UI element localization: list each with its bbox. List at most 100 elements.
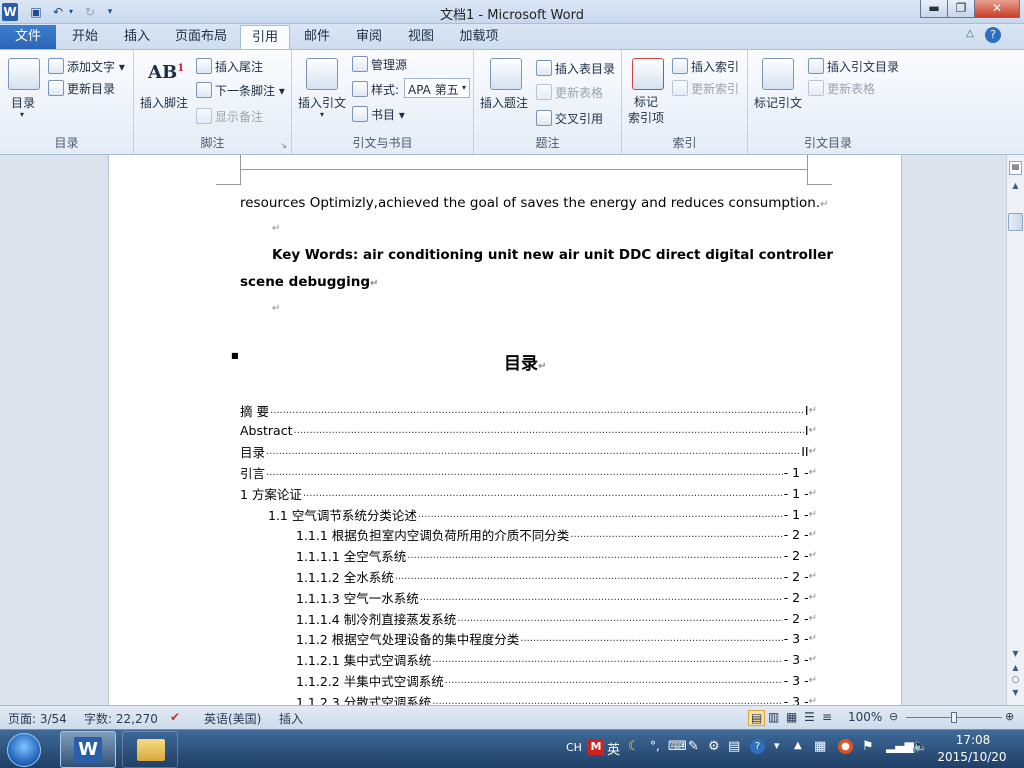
tab-review[interactable]: 审阅 <box>344 25 394 50</box>
toc-button[interactable]: 目录 <box>11 94 35 111</box>
update-toc-button[interactable]: 更新目录 <box>48 80 115 97</box>
flag-tray-icon[interactable]: ⚑ <box>862 739 874 754</box>
update-table-button[interactable]: 更新表格 <box>536 84 603 101</box>
mark-entry-button[interactable]: 标记 索引项 <box>628 94 664 126</box>
toc-entry[interactable]: 1.1.2.2 半集中式空调系统........................… <box>296 671 817 689</box>
ime-skin-icon[interactable]: ✎ <box>688 739 699 754</box>
minimize-ribbon-icon[interactable]: △ <box>966 28 974 39</box>
start-button[interactable] <box>7 733 41 767</box>
add-text-icon <box>48 58 64 74</box>
input-language[interactable]: CH <box>566 741 582 754</box>
toc-entry[interactable]: 1.1.1.2 全水系统............................… <box>296 567 817 585</box>
toc-entry[interactable]: 1.1.1.3 空气一水系统..........................… <box>296 588 817 606</box>
toc-entry[interactable]: 1.1 空气调节系统分类论述..........................… <box>268 505 817 523</box>
page-count[interactable]: 页面: 3/54 <box>8 710 67 727</box>
insert-table-of-figures-button[interactable]: 插入表目录 <box>536 60 615 77</box>
show-notes-button[interactable]: 显示备注 <box>196 108 263 125</box>
toc-entry[interactable]: 目录......................................… <box>240 443 817 461</box>
add-text-button[interactable]: 添加文字 ▾ <box>48 58 125 75</box>
moon-icon[interactable]: ☾ <box>628 739 640 754</box>
full-screen-reading-icon[interactable]: ▥ <box>768 710 779 724</box>
toc-entry[interactable]: 1 方案论证..................................… <box>240 484 817 502</box>
cross-reference-button[interactable]: 交叉引用 <box>536 110 603 127</box>
next-page-icon[interactable]: ▼ <box>1009 688 1022 700</box>
outline-view-icon[interactable]: ☰ <box>804 710 815 724</box>
tab-page-layout[interactable]: 页面布局 <box>166 25 236 50</box>
update-index-button[interactable]: 更新索引 <box>672 80 739 97</box>
draft-view-icon[interactable]: ≡ <box>822 710 832 724</box>
toc-entry[interactable]: 1.1.1.4 制冷剂直接蒸发系统.......................… <box>296 609 817 627</box>
word-count[interactable]: 字数: 22,270 <box>84 710 158 727</box>
tab-references[interactable]: 引用 <box>240 25 290 50</box>
scroll-up-icon[interactable]: ▲ <box>1009 181 1022 193</box>
tab-file[interactable]: 文件 <box>0 25 56 50</box>
insert-endnote-button[interactable]: 插入尾注 <box>196 58 263 75</box>
toc-entry[interactable]: 1.1.2.3 分散式空调系统.........................… <box>296 692 817 705</box>
zoom-level[interactable]: 100% <box>848 710 882 724</box>
help-icon[interactable]: ? <box>985 27 1001 43</box>
insert-citation-dropdown-icon[interactable]: ▾ <box>320 110 324 119</box>
show-hidden-icons-icon[interactable]: ▲ <box>794 740 802 751</box>
ime-tool-icon[interactable]: ⚙ <box>708 739 720 754</box>
signal-tray-icon[interactable]: ▂▄▆ <box>886 739 914 753</box>
taskbar-word-button[interactable]: W <box>60 731 116 768</box>
toc-entry[interactable]: 1.1.1.1 全空气系统...........................… <box>296 547 817 565</box>
network-tray-icon[interactable]: ▦ <box>814 739 826 754</box>
clock-date[interactable]: 2015/10/20 <box>936 750 1008 764</box>
minimize-button[interactable]: ▬ <box>920 0 948 18</box>
proofing-icon[interactable]: ✔ <box>170 710 180 724</box>
toc-entry[interactable]: 1.1.2.1 集中式空调系统.........................… <box>296 651 817 669</box>
ime-dropdown-icon[interactable]: ▾ <box>774 739 780 752</box>
next-footnote-button[interactable]: 下一条脚注 ▾ <box>196 82 285 99</box>
document-page[interactable]: resources Optimizly,achieved the goal of… <box>108 155 902 705</box>
toc-entry[interactable]: 摘 要.....................................… <box>240 401 817 419</box>
insert-toa-button[interactable]: 插入引文目录 <box>808 58 899 75</box>
ime-mode[interactable]: 英 <box>607 739 620 758</box>
punctuation-icon[interactable]: °, <box>650 739 660 753</box>
ruler-toggle-icon[interactable]: ▤ <box>1009 161 1022 175</box>
insert-footnote-button[interactable]: 插入脚注 <box>140 94 188 111</box>
insert-caption-button[interactable]: 插入题注 <box>480 94 528 111</box>
insert-index-button[interactable]: 插入索引 <box>672 58 739 75</box>
manage-sources-button[interactable]: 管理源 <box>352 56 407 73</box>
tab-home[interactable]: 开始 <box>60 25 110 50</box>
toc-dropdown-icon[interactable]: ▾ <box>20 110 24 119</box>
toc-entry[interactable]: 1.1.2 根据空气处理设备的集中程度分类...................… <box>296 630 817 648</box>
ime-menu-icon[interactable]: ▤ <box>728 739 740 754</box>
zoom-slider-thumb[interactable] <box>951 712 957 723</box>
tab-addins[interactable]: 加载项 <box>448 25 510 50</box>
scroll-down-icon[interactable]: ▼ <box>1009 649 1022 661</box>
bibliography-button[interactable]: 书目 ▾ <box>352 106 405 123</box>
tab-view[interactable]: 视图 <box>396 25 446 50</box>
toc-entry[interactable]: Abstract................................… <box>240 422 817 440</box>
keyboard-icon[interactable]: ⌨ <box>668 739 687 754</box>
volume-icon[interactable]: 🔈 <box>912 739 928 754</box>
clock-time[interactable]: 17:08 <box>940 733 1006 747</box>
mark-citation-button[interactable]: 标记引文 <box>754 94 802 111</box>
footnote-dialog-launcher-icon[interactable]: ↘ <box>280 141 287 150</box>
tab-mailings[interactable]: 邮件 <box>292 25 342 50</box>
toc-entry[interactable]: 1.1.1 根据负担室内空调负荷所用的介质不同分类...............… <box>296 526 817 544</box>
ime-help-icon[interactable]: ? <box>750 739 765 754</box>
insert-citation-button[interactable]: 插入引文 <box>298 94 346 111</box>
zoom-in-icon[interactable]: ⊕ <box>1005 710 1014 723</box>
web-layout-icon[interactable]: ▦ <box>786 710 797 724</box>
tab-insert[interactable]: 插入 <box>112 25 162 50</box>
browse-object-icon[interactable]: ○ <box>1009 675 1022 687</box>
security-tray-icon[interactable]: ● <box>838 739 853 754</box>
print-layout-icon[interactable]: ▤ <box>748 710 766 726</box>
style-select[interactable]: APA 第五 ▾ <box>404 78 470 98</box>
close-button[interactable]: ✕ <box>974 0 1020 18</box>
insert-mode-indicator[interactable]: 插入 <box>279 710 303 727</box>
vertical-scrollbar[interactable]: ▤ ▲ ▼ ▲ ○ ▼ <box>1006 155 1024 705</box>
update-toa-button[interactable]: 更新表格 <box>808 80 875 97</box>
previous-page-icon[interactable]: ▲ <box>1009 663 1022 675</box>
language-indicator[interactable]: 英语(美国) <box>204 710 261 727</box>
maximize-button[interactable]: ❐ <box>947 0 975 18</box>
scroll-thumb[interactable] <box>1008 213 1023 231</box>
folder-icon <box>137 739 165 761</box>
toc-entry[interactable]: 引言......................................… <box>240 463 817 481</box>
taskbar-explorer-button[interactable] <box>122 731 178 768</box>
ime-logo-icon[interactable]: M <box>588 739 604 755</box>
zoom-out-icon[interactable]: ⊖ <box>889 710 898 723</box>
